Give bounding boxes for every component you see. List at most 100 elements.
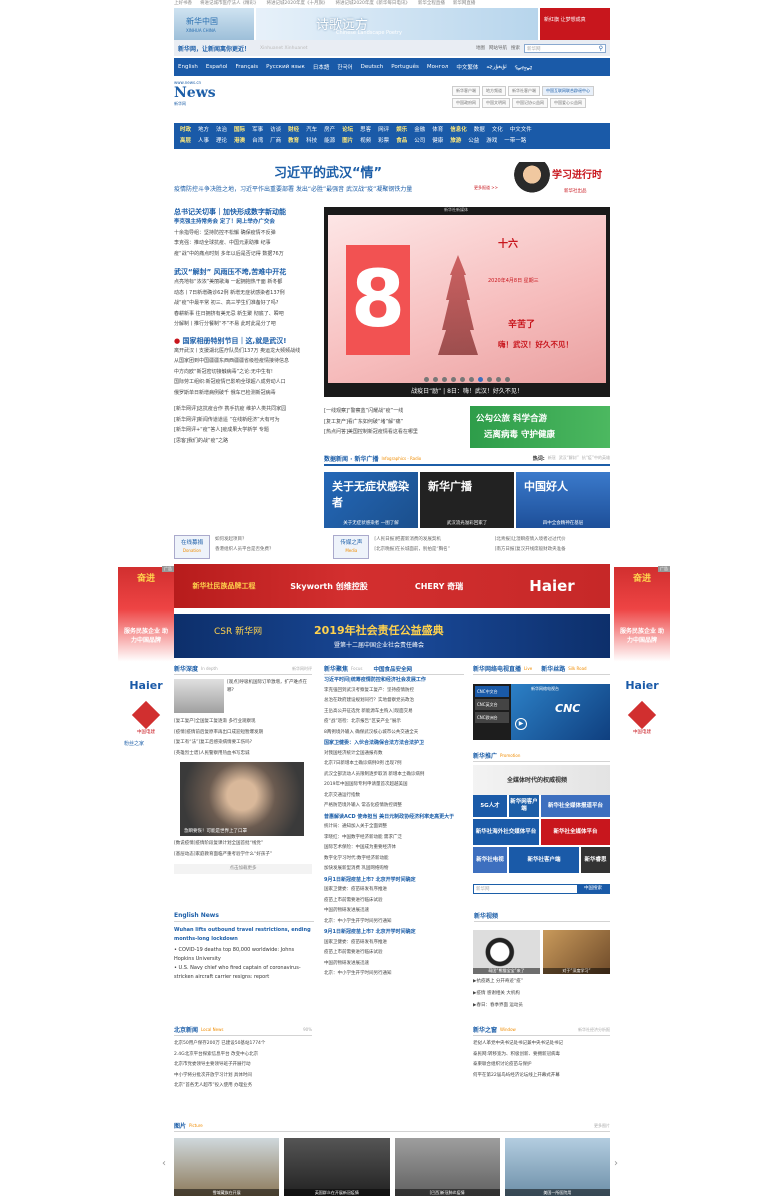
carousel-dot[interactable] bbox=[442, 377, 447, 382]
media-label[interactable]: 传媒之声 Media bbox=[333, 535, 370, 559]
col-more[interactable]: 新华网时评 bbox=[292, 666, 312, 672]
cnc-video[interactable]: 新华网络电视台 ▶ CNC bbox=[511, 684, 610, 740]
headline-subtitle[interactable]: 疫情防控斗争决胜之地，习近平作出重要部署 发出“必胜”最强音 武汉战“疫”凝聚钢… bbox=[174, 184, 412, 193]
category-link[interactable]: 娱乐 bbox=[396, 125, 407, 136]
col-more[interactable]: 新华社经济分析报 bbox=[578, 1027, 610, 1033]
promo-tile[interactable]: 新华社全媒体平台 bbox=[541, 819, 610, 845]
list-item[interactable]: 总治在政府建设规划同行？实地督察党员政治 bbox=[324, 696, 464, 707]
col-more[interactable]: 90% bbox=[303, 1027, 312, 1032]
cnc-channel[interactable]: CNC英文台 bbox=[475, 699, 509, 710]
category-link[interactable]: 彩票 bbox=[378, 136, 389, 147]
focus-headline[interactable]: 9月1日新冠疫苗上市? 北京开学时间确定 bbox=[324, 875, 464, 886]
category-link[interactable]: 地方 bbox=[198, 125, 209, 136]
col-title[interactable]: 新华聚焦 bbox=[324, 664, 348, 673]
list-item[interactable]: 统计局：通知加入关于全面调整 bbox=[324, 822, 464, 833]
lang-portuguese[interactable]: Português bbox=[391, 64, 419, 70]
news-item[interactable]: 十余指导组：坚持防控不松懈 确保疫情不反弹 bbox=[174, 228, 319, 239]
category-link[interactable]: 图片 bbox=[342, 136, 353, 147]
focus-headline[interactable]: 习近平时间|统筹疫情防控和经济社会发展工作 bbox=[324, 675, 464, 686]
hero-caption[interactable]: 战疫日“励” | 8日：嗨！武汉！好久不见！ bbox=[324, 386, 610, 395]
list-item[interactable]: 王岳高公开征选党 新能源车主购入]现面交易 bbox=[324, 707, 464, 718]
header-button[interactable]: 新华社客户端 bbox=[508, 86, 540, 96]
list-item[interactable]: 8两例境外输入 确保武汉核心城市公共交通全天 bbox=[324, 728, 464, 739]
list-item[interactable]: 国际艺术保险：中国成为重要经济体 bbox=[324, 843, 464, 854]
list-item[interactable]: [英雄烈士谱]人民警察用热血书写忠诚 bbox=[174, 749, 312, 760]
promo-tile[interactable]: 新华社电视 bbox=[473, 847, 507, 873]
list-item[interactable]: 武汉全部流动人员限制逐步取消 新增本土确诊病例 bbox=[324, 770, 464, 781]
gallery-photo[interactable]: 美国一所医院用 bbox=[504, 1138, 610, 1196]
promo-tile[interactable]: 新华社海外社交媒体平台 bbox=[473, 819, 539, 845]
brand-ad-banner[interactable]: 新华社民族品牌工程 Skyworth 创维控股 CHERY 奇瑞 Haier bbox=[174, 564, 610, 608]
list-item[interactable]: 2.4G北京平台探索信息平台 改变中心北京 bbox=[174, 1050, 312, 1061]
header-button[interactable]: 中国政府网 bbox=[452, 98, 480, 108]
strip-item[interactable]: [北青报]让湿瞬疫情入境者过过代价 bbox=[495, 535, 610, 545]
hot-word[interactable]: 武汉“解封” bbox=[559, 455, 579, 461]
lang-russian[interactable]: Русский язык bbox=[266, 64, 305, 70]
category-link[interactable]: 游戏 bbox=[486, 136, 497, 147]
strip-item[interactable]: 香港组织人员平台是否免费？ bbox=[215, 545, 330, 555]
list-item[interactable]: [数说疫情]疫情阶段复课计划全国首批“线党” bbox=[174, 839, 312, 850]
list-item[interactable]: [复工有“法”]复工后感染病情要工伤吗? bbox=[174, 738, 312, 749]
strip-item[interactable]: [南方日报]复汉开线席般财政央准备 bbox=[495, 545, 610, 555]
news-lead[interactable]: 李克强主持常务会 定了！网上举办广交会 bbox=[174, 217, 319, 228]
headline-title[interactable]: 习近平的武汉“情” bbox=[274, 162, 382, 181]
category-link[interactable]: 厂商 bbox=[270, 136, 281, 147]
section-title[interactable]: ● 国家相册特别节目｜这,就是武汉! bbox=[174, 336, 319, 346]
col-title[interactable]: 新华网络电视直播 bbox=[473, 664, 521, 673]
list-item[interactable]: 泰民网:转移宽为、积极创新、要拥新冠病毒 bbox=[473, 1050, 610, 1061]
depth-lead[interactable]: [观点]呼吸机国际订单激增，扩产难点在哪? bbox=[227, 679, 312, 713]
map-link[interactable]: 地图 bbox=[476, 45, 485, 51]
lang-french[interactable]: Français bbox=[235, 64, 258, 70]
donation-label[interactable]: 在线募捐 Donation bbox=[174, 535, 210, 559]
section-title[interactable]: 总书记关切事｜加快形成数字新动能 bbox=[174, 207, 319, 217]
hero-image[interactable]: 8 十六 2020年4月8日 星期三 辛苦了 嗨！武汉！好久不见！ bbox=[328, 215, 606, 383]
list-item[interactable]: 北京7日新增本土确诊病例0例 出现7例 bbox=[324, 759, 464, 770]
broadcast-tile[interactable]: 新华广播 武汉流光溢彩回家了 bbox=[420, 472, 514, 528]
category-link[interactable]: 理论 bbox=[216, 136, 227, 147]
site-logo[interactable]: www.news.cn News 新华网 bbox=[174, 80, 216, 120]
focus-headline[interactable]: 9月1日新冠疫苗上市? 北京开学时间确定 bbox=[324, 927, 464, 938]
list-item[interactable]: 北京市党委领导主要领导班子开展行动 bbox=[174, 1060, 312, 1071]
category-link[interactable]: 信息化 bbox=[450, 125, 467, 136]
promo-tile[interactable]: 新华社全媒体报道平台 bbox=[541, 795, 610, 817]
carousel-dot[interactable] bbox=[505, 377, 510, 382]
category-link[interactable]: 时政 bbox=[180, 125, 191, 136]
broadcast-title[interactable]: 数据新闻 · 新华广播 bbox=[324, 454, 378, 463]
list-item[interactable]: ▶抗疫路上 分开奇迹“疫” bbox=[473, 976, 610, 988]
list-item[interactable]: 严格防范境外输入 常态化疫情防控调整 bbox=[324, 801, 464, 812]
category-link[interactable]: 网评 bbox=[378, 125, 389, 136]
category-link[interactable]: 军事 bbox=[252, 125, 263, 136]
promo-banner[interactable]: 全媒体时代的权威视频 bbox=[473, 765, 610, 795]
category-link[interactable]: 公司 bbox=[414, 136, 425, 147]
news-item[interactable]: 俄罗斯单日新增病例破千 俄车已检测新冠病毒 bbox=[174, 388, 319, 399]
section-title[interactable]: 武汉“解封” 风雨压不垮,苦难中开花 bbox=[174, 267, 319, 277]
news-item[interactable]: [复工复产]看广东如何破“堵”解“痛” bbox=[324, 417, 466, 428]
category-link[interactable]: 中文文件 bbox=[510, 125, 532, 136]
focus-headline[interactable]: 国家卫健委：入伙合法确保合法方法合法护卫 bbox=[324, 738, 464, 749]
english-item[interactable]: • U.S. Navy chief who fired captain of c… bbox=[174, 964, 314, 982]
col-title[interactable]: 新华之窗 bbox=[473, 1025, 497, 1034]
search-icon[interactable]: ⚲ bbox=[599, 45, 603, 52]
category-link[interactable]: 高层 bbox=[180, 136, 191, 147]
news-item[interactable]: 从国家团到中国疆疆东西西疆疆省级检疫情接待信息 bbox=[174, 356, 319, 367]
video-tile[interactable]: 萌团“熊猫宝宝”来了 bbox=[473, 930, 540, 974]
play-icon[interactable]: ▶ bbox=[515, 718, 527, 730]
category-link[interactable]: 法治 bbox=[216, 125, 227, 136]
broadcast-tile[interactable]: 中国好人 四中全会精神在基层 bbox=[516, 472, 610, 528]
top-link[interactable]: 将进记城2020年度《十月旗》 bbox=[267, 0, 328, 8]
nav-link[interactable]: 网站导航 bbox=[489, 45, 507, 51]
top-link[interactable]: 将进记城2020年度《新华每日电讯》 bbox=[335, 0, 409, 8]
category-link[interactable]: 财经 bbox=[288, 125, 299, 136]
list-item[interactable]: ▶春日：春季界面 运动员 bbox=[473, 1000, 610, 1012]
food-safety-logo[interactable]: 中国食品安全网 bbox=[373, 665, 412, 673]
col-title[interactable]: English News bbox=[174, 912, 219, 919]
csr-ad-banner[interactable]: CSR 新华网 2019年社会责任公益盛典 暨第十二届中国企业社会责任峰会 bbox=[174, 614, 610, 658]
list-item[interactable]: 疫苗上市前需要进行临床试验 bbox=[324, 948, 464, 959]
news-item[interactable]: 点亮地标“浓浓”美丽歌海 一起拥抱热干面 新冬都 bbox=[174, 277, 319, 288]
list-item[interactable]: 老挝人革党中央书记处书记兼中央书记处书记 bbox=[473, 1039, 610, 1050]
carousel-dot[interactable] bbox=[487, 377, 492, 382]
gallery-photo[interactable]: 雪域藏族在开展 bbox=[174, 1138, 280, 1196]
list-item[interactable]: 李晓红：中国数字经济新动能 需求广泛 bbox=[324, 833, 464, 844]
carousel-dot[interactable] bbox=[469, 377, 474, 382]
list-item[interactable]: 疫苗上市前需要进行临床试验 bbox=[324, 896, 464, 907]
